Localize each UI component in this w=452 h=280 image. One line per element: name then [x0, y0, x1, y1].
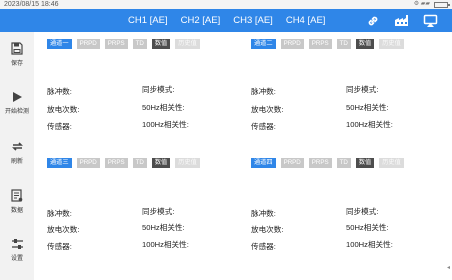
tab-td[interactable]: TD	[336, 158, 351, 168]
corr-50hz-label: 50Hz相关性:	[346, 103, 389, 112]
tab-history[interactable]: 历史值	[379, 39, 404, 49]
discharge-count-label: 放电次数:	[47, 225, 80, 234]
tab-prpd[interactable]: PRPD	[76, 39, 100, 49]
channel-panel-4: 通道四 PRPD PRPS TD 数值 历史值 脉冲数: 放电次数: 传感器: …	[251, 158, 451, 258]
tab-prps[interactable]: PRPS	[308, 158, 332, 168]
sensor-label: 传感器:	[251, 242, 276, 251]
sidebar-item-data[interactable]: 数据	[0, 189, 34, 214]
pulse-count-label: 脉冲数:	[47, 209, 72, 218]
tab-history[interactable]: 历史值	[175, 158, 200, 168]
cast-icon[interactable]	[421, 12, 439, 29]
panel-tabs: 通道二 PRPD PRPS TD 数值 历史值	[251, 39, 409, 49]
nav-back-hint[interactable]: ◂	[447, 264, 450, 271]
channel-panel-1: 通道一 PRPD PRPS TD 数值 历史值 脉冲数: 放电次数: 传感器: …	[47, 39, 247, 139]
corr-100hz-label: 100Hz相关性:	[142, 240, 189, 249]
settings-icon	[11, 239, 23, 249]
tab-prpd[interactable]: PRPD	[280, 158, 304, 168]
tab-prpd[interactable]: PRPD	[76, 158, 100, 168]
sidebar-item-label: 刷新	[10, 159, 23, 165]
channel-panel-3: 通道三 PRPD PRPS TD 数值 历史值 脉冲数: 放电次数: 传感器: …	[47, 158, 247, 258]
sidebar-item-settings[interactable]: 设置	[0, 238, 34, 262]
panel-tabs: 通道四 PRPD PRPS TD 数值 历史值	[251, 158, 409, 168]
tab-prps[interactable]: PRPS	[104, 39, 128, 49]
sidebar-item-start-detect[interactable]: 开始检测	[0, 91, 34, 115]
data-icon	[11, 189, 23, 202]
battery-icon	[434, 2, 450, 8]
sidebar-item-label: 开始检测	[4, 109, 29, 115]
tab-channel[interactable]: 通道一	[47, 39, 72, 49]
discharge-count-label: 放电次数:	[251, 225, 284, 234]
sync-mode-label: 同步模式:	[346, 207, 379, 216]
tab-td[interactable]: TD	[336, 39, 351, 49]
tab-history[interactable]: 历史值	[175, 39, 200, 49]
tab-channel[interactable]: 通道二	[251, 39, 276, 49]
tab-prps[interactable]: PRPS	[104, 158, 128, 168]
discharge-count-label: 放电次数:	[47, 105, 80, 114]
sync-mode-label: 同步模式:	[346, 85, 379, 94]
sidebar-item-label: 数据	[10, 208, 23, 214]
tab-td[interactable]: TD	[132, 39, 147, 49]
system-tray-icons: ⚙ ▰▰	[413, 1, 430, 7]
corr-100hz-label: 100Hz相关性:	[346, 120, 393, 129]
sidebar-item-save[interactable]: 保存	[0, 42, 34, 67]
sync-mode-label: 同步模式:	[142, 85, 175, 94]
sidebar-item-refresh[interactable]: 刷新	[0, 140, 34, 165]
tab-channel[interactable]: 通道三	[47, 158, 72, 168]
tab-td[interactable]: TD	[132, 158, 147, 168]
discharge-count-label: 放电次数:	[251, 105, 284, 114]
play-icon	[13, 92, 22, 102]
corr-100hz-label: 100Hz相关性:	[142, 120, 189, 129]
pulse-count-label: 脉冲数:	[251, 209, 276, 218]
sensor-label: 传感器:	[47, 242, 72, 251]
panel-tabs: 通道三 PRPD PRPS TD 数值 历史值	[47, 158, 205, 168]
sensor-label: 传感器:	[47, 122, 72, 131]
tab-value[interactable]: 数值	[151, 158, 171, 168]
channel-tab-3[interactable]: CH3 [AE]	[233, 9, 273, 32]
status-bar: 2023/08/15 18:46 ⚙ ▰▰	[0, 0, 452, 9]
panel-tabs: 通道一 PRPD PRPS TD 数值 历史值	[47, 39, 205, 49]
sensor-label: 传感器:	[251, 122, 276, 131]
sidebar-item-label: 设置	[10, 256, 23, 262]
tab-history[interactable]: 历史值	[379, 158, 404, 168]
pulse-count-label: 脉冲数:	[251, 87, 276, 96]
channel-tab-4[interactable]: CH4 [AE]	[286, 9, 326, 32]
tab-value[interactable]: 数值	[355, 39, 375, 49]
corr-100hz-label: 100Hz相关性:	[346, 240, 393, 249]
link-icon[interactable]	[364, 12, 382, 29]
corr-50hz-label: 50Hz相关性:	[346, 223, 389, 232]
channel-tabs: CH1 [AE] CH2 [AE] CH3 [AE] CH4 [AE]	[128, 9, 338, 32]
channel-header: CH1 [AE] CH2 [AE] CH3 [AE] CH4 [AE]	[0, 9, 452, 32]
channel-tab-1[interactable]: CH1 [AE]	[128, 9, 168, 32]
save-icon	[11, 42, 23, 55]
channel-tab-2[interactable]: CH2 [AE]	[181, 9, 221, 32]
tab-prps[interactable]: PRPS	[308, 39, 332, 49]
sidebar: 保存 开始检测 刷新 数据 设置	[0, 32, 34, 280]
sidebar-item-label: 保存	[10, 61, 23, 67]
tab-channel[interactable]: 通道四	[251, 158, 276, 168]
status-datetime: 2023/08/15 18:46	[4, 1, 59, 8]
tab-value[interactable]: 数值	[151, 39, 171, 49]
sync-mode-label: 同步模式:	[142, 207, 175, 216]
tab-value[interactable]: 数值	[355, 158, 375, 168]
pulse-count-label: 脉冲数:	[47, 87, 72, 96]
tab-prpd[interactable]: PRPD	[280, 39, 304, 49]
refresh-icon	[11, 142, 23, 151]
factory-icon[interactable]	[393, 12, 411, 29]
corr-50hz-label: 50Hz相关性:	[142, 103, 185, 112]
channel-panel-2: 通道二 PRPD PRPS TD 数值 历史值 脉冲数: 放电次数: 传感器: …	[251, 39, 451, 139]
corr-50hz-label: 50Hz相关性:	[142, 223, 185, 232]
